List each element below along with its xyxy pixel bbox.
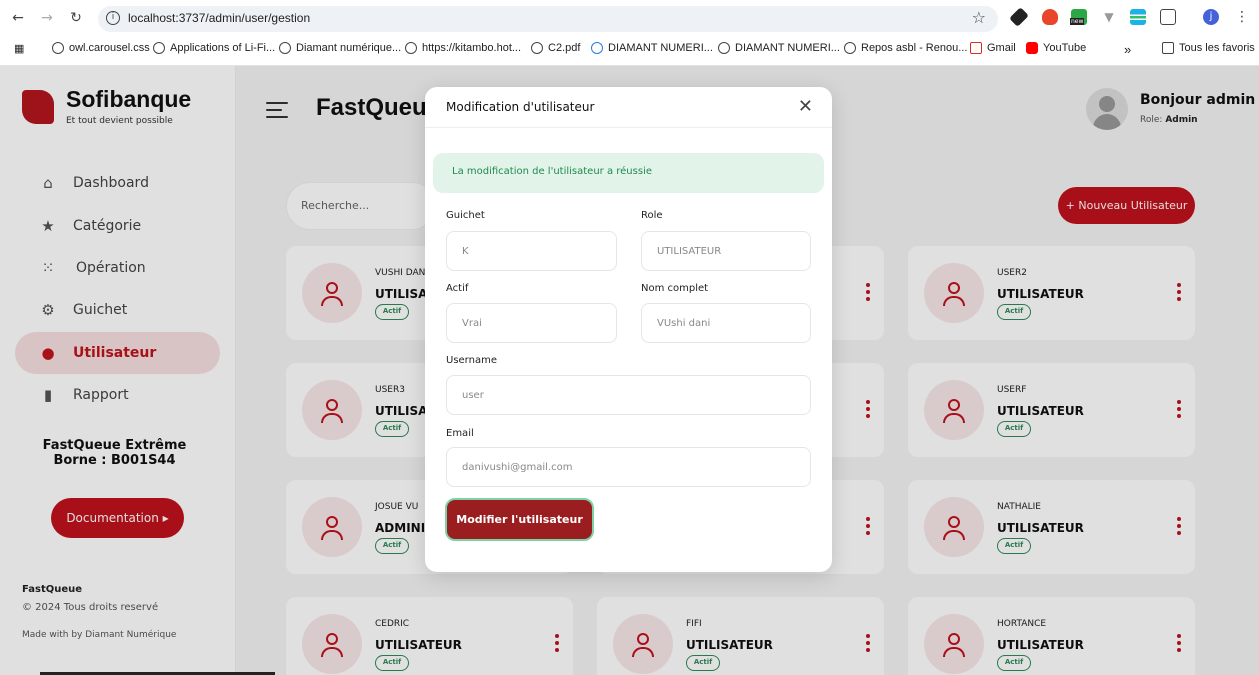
bookmark-label: C2.pdf bbox=[548, 42, 581, 54]
bookmark-item[interactable]: Diamant numérique... bbox=[279, 42, 401, 54]
guichet-field[interactable] bbox=[446, 231, 617, 271]
email-label: Email bbox=[446, 428, 474, 439]
all-bookmarks[interactable]: Tous les favoris bbox=[1162, 42, 1255, 54]
success-message: La modification de l'utilisateur a réuss… bbox=[452, 166, 652, 177]
globe-icon bbox=[279, 42, 291, 54]
bookmark-item[interactable]: Applications of Li-Fi... bbox=[153, 42, 275, 54]
bookmark-item[interactable]: owl.carousel.css bbox=[52, 42, 150, 54]
globe-icon bbox=[52, 42, 64, 54]
vue-extension-icon[interactable]: ▼ bbox=[1101, 9, 1117, 25]
username-field[interactable] bbox=[446, 375, 811, 415]
apps-grid-icon[interactable]: ▦ bbox=[14, 42, 24, 55]
bookmark-label: Gmail bbox=[987, 42, 1016, 54]
bookmark-label: DIAMANT NUMERI... bbox=[735, 42, 840, 54]
reload-icon[interactable]: ↻ bbox=[67, 10, 85, 26]
site-info-icon[interactable]: i bbox=[106, 11, 120, 25]
bookmark-label: https://kitambo.hot... bbox=[422, 42, 522, 54]
close-icon[interactable]: ✕ bbox=[798, 97, 813, 117]
more-bookmarks-icon[interactable]: » bbox=[1124, 42, 1131, 57]
fullname-field[interactable] bbox=[641, 303, 811, 343]
globe-icon bbox=[844, 42, 856, 54]
browser-chrome: ← → ↻ i localhost:3737/admin/user/gestio… bbox=[0, 0, 1259, 66]
forward-icon[interactable]: → bbox=[38, 10, 56, 26]
globe-icon bbox=[718, 42, 730, 54]
browser-menu-icon[interactable]: ⋮ bbox=[1235, 9, 1251, 25]
bookmarks-bar: ▦ owl.carousel.css Applications of Li-Fi… bbox=[0, 40, 1259, 60]
bookmark-item[interactable]: DIAMANT NUMERI... bbox=[591, 42, 713, 54]
fullname-label: Nom complet bbox=[641, 283, 709, 294]
extension-badge: new bbox=[1070, 18, 1085, 25]
modal-divider bbox=[425, 127, 832, 128]
pen-extension-icon[interactable] bbox=[1009, 7, 1029, 27]
address-bar[interactable]: i localhost:3737/admin/user/gestion ☆ bbox=[98, 6, 998, 32]
bookmark-item[interactable]: https://kitambo.hot... bbox=[405, 42, 521, 54]
shield-extension-icon[interactable] bbox=[1042, 9, 1058, 25]
bookmark-item[interactable]: DIAMANT NUMERI... bbox=[718, 42, 840, 54]
bookmark-label: YouTube bbox=[1043, 42, 1087, 54]
bookmark-label: DIAMANT NUMERI... bbox=[608, 42, 713, 54]
globe-icon bbox=[405, 42, 417, 54]
username-label: Username bbox=[446, 355, 497, 366]
submit-button[interactable]: Modifier l'utilisateur bbox=[445, 498, 594, 541]
diamant-logo-icon bbox=[591, 42, 603, 54]
globe-icon bbox=[531, 42, 543, 54]
role-field[interactable] bbox=[641, 231, 811, 271]
modal-title: Modification d'utilisateur bbox=[446, 100, 595, 114]
android-extension-icon[interactable]: new bbox=[1070, 9, 1087, 25]
youtube-icon bbox=[1026, 42, 1038, 54]
bookmark-label: Repos asbl - Renou... bbox=[861, 42, 968, 54]
url-text: localhost:3737/admin/user/gestion bbox=[128, 11, 311, 25]
stack-extension-icon[interactable] bbox=[1130, 9, 1146, 25]
bookmark-label: Applications of Li-Fi... bbox=[170, 42, 276, 54]
back-icon[interactable]: ← bbox=[9, 10, 27, 26]
bookmark-label: owl.carousel.css bbox=[69, 42, 150, 54]
bookmark-item[interactable]: YouTube bbox=[1026, 42, 1086, 54]
profile-icon[interactable]: j bbox=[1203, 9, 1219, 25]
actif-field[interactable] bbox=[446, 303, 617, 343]
bookmark-item[interactable]: Gmail bbox=[970, 42, 1016, 54]
bookmark-item[interactable]: Repos asbl - Renou... bbox=[844, 42, 967, 54]
extensions-puzzle-icon[interactable] bbox=[1160, 9, 1176, 25]
bookmark-star-icon[interactable]: ☆ bbox=[972, 8, 986, 27]
gmail-icon bbox=[970, 42, 982, 54]
actif-label: Actif bbox=[446, 283, 469, 294]
folder-icon bbox=[1162, 42, 1174, 54]
all-bookmarks-label: Tous les favoris bbox=[1179, 42, 1255, 54]
role-label: Role bbox=[641, 210, 663, 221]
success-alert: La modification de l'utilisateur a réuss… bbox=[433, 153, 824, 193]
bookmark-item[interactable]: C2.pdf bbox=[531, 42, 580, 54]
guichet-label: Guichet bbox=[446, 210, 485, 221]
edit-user-modal: Modification d'utilisateur ✕ La modifica… bbox=[425, 87, 832, 572]
bookmark-label: Diamant numérique... bbox=[296, 42, 402, 54]
email-field[interactable] bbox=[446, 447, 811, 487]
globe-icon bbox=[153, 42, 165, 54]
